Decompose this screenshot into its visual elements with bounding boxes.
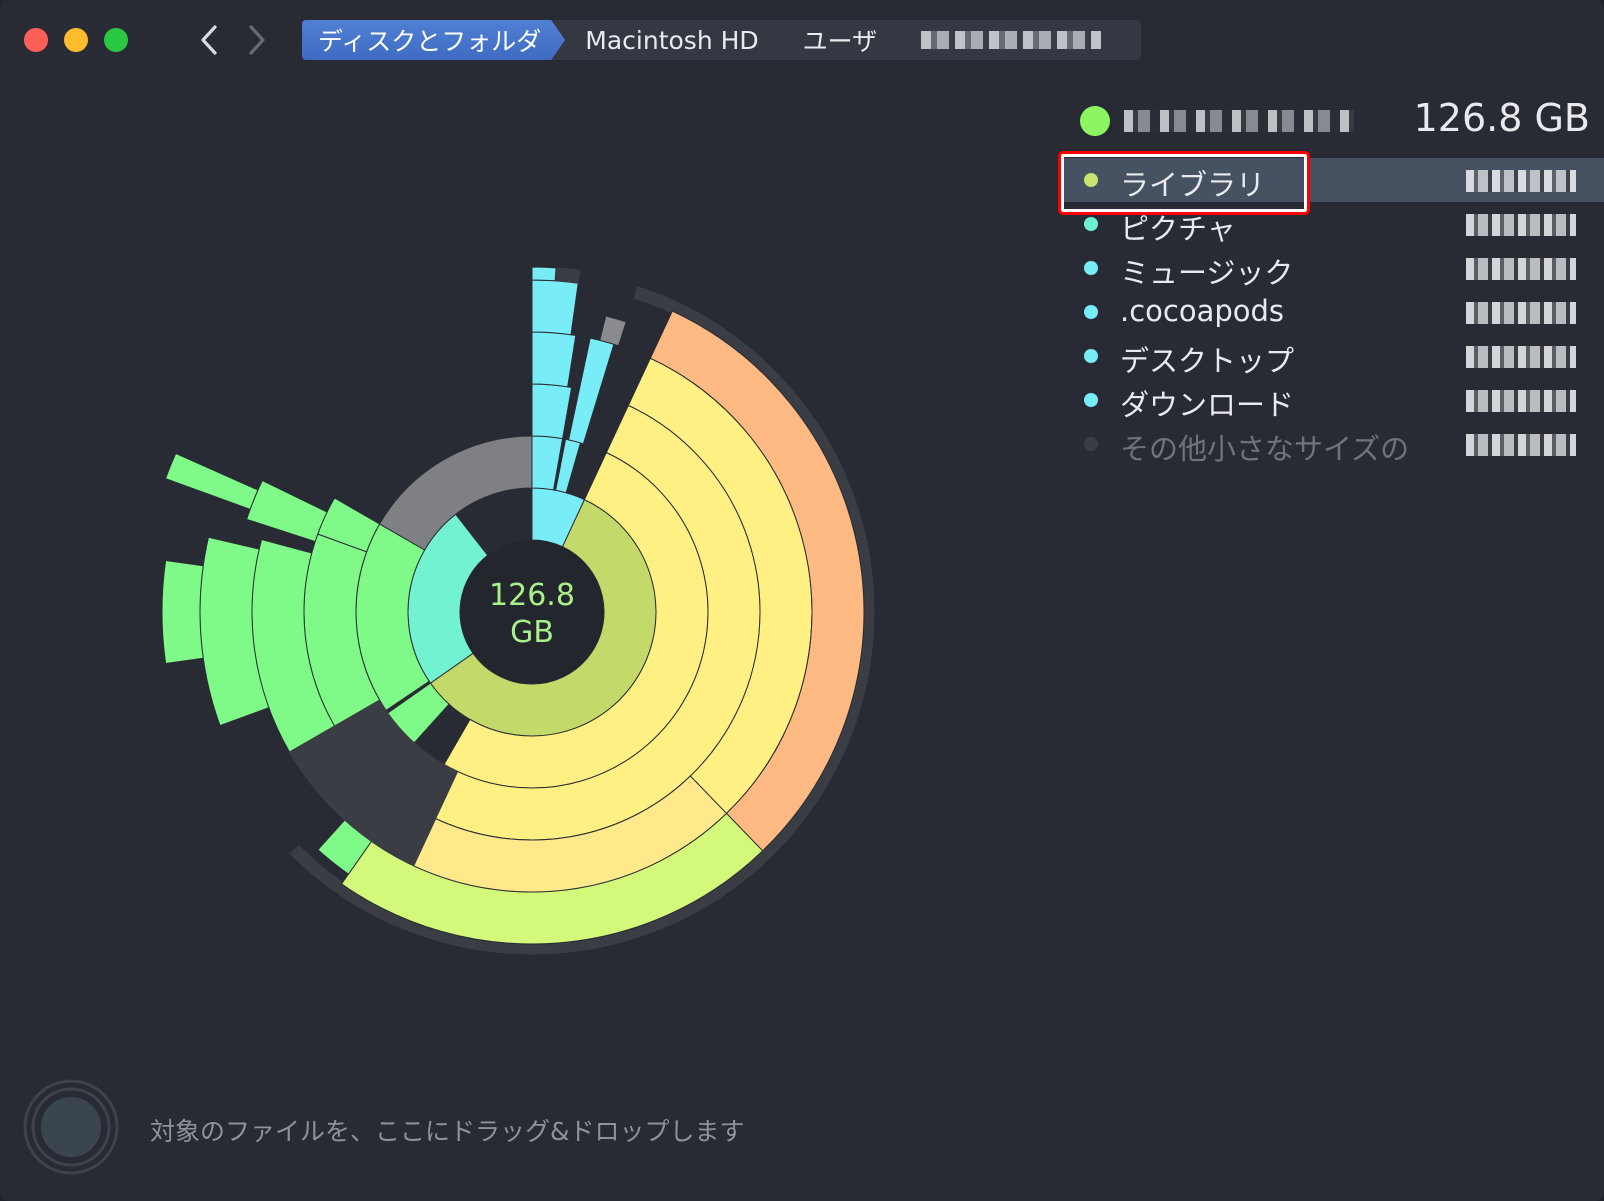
- panel-header: 126.8 GB: [1080, 94, 1590, 144]
- sunburst-segment[interactable]: [531, 279, 579, 336]
- folder-list-panel: 126.8 GB ライブラリ ピクチャ ミュージック .cocoapods デス…: [1060, 84, 1604, 484]
- color-dot: [1084, 305, 1098, 319]
- sunburst-segment[interactable]: [567, 337, 615, 445]
- drop-zone-label: 対象のファイルを、ここにドラッグ&ドロップします: [150, 1117, 745, 1146]
- item-label: .cocoapods: [1120, 294, 1285, 328]
- redacted-size: [1456, 346, 1576, 368]
- back-button[interactable]: [194, 22, 224, 58]
- sunburst-segment[interactable]: [164, 452, 259, 511]
- redacted-username: [921, 31, 1102, 49]
- folder-list: ライブラリ ピクチャ ミュージック .cocoapods デスクトップ ダウンロ…: [1060, 158, 1604, 466]
- breadcrumb-item-user-home[interactable]: [887, 20, 1142, 60]
- redacted-size: [1456, 214, 1576, 236]
- item-label: ミュージック: [1120, 256, 1294, 290]
- maximize-window-button[interactable]: [104, 28, 128, 52]
- breadcrumb-label: ユーザ: [802, 27, 878, 56]
- redacted-folder-name: [1124, 110, 1354, 132]
- list-item-library[interactable]: ライブラリ: [1060, 158, 1604, 202]
- sunburst-segment[interactable]: [599, 315, 627, 347]
- breadcrumb: ディスクとフォルダ Macintosh HD ユーザ: [302, 20, 1142, 60]
- redacted-size: [1456, 390, 1576, 412]
- list-item-desktop[interactable]: デスクトップ: [1060, 334, 1604, 378]
- color-dot: [1084, 393, 1098, 407]
- breadcrumb-item-users[interactable]: ユーザ: [769, 20, 902, 60]
- item-label: ダウンロード: [1120, 388, 1295, 422]
- color-dot: [1084, 173, 1098, 187]
- redacted-size: [1456, 302, 1576, 324]
- list-item-cocoapods[interactable]: .cocoapods: [1060, 290, 1604, 334]
- chevron-right-icon: [249, 25, 265, 55]
- center-size-value: 126.8: [489, 578, 575, 613]
- sunburst-segment[interactable]: [531, 266, 557, 282]
- redacted-size: [1456, 434, 1576, 456]
- forward-button[interactable]: [242, 22, 272, 58]
- sunburst-segment[interactable]: [246, 479, 328, 543]
- breadcrumb-item-macintosh-hd[interactable]: Macintosh HD: [551, 20, 782, 60]
- breadcrumb-item-disks-folders[interactable]: ディスクとフォルダ: [302, 20, 565, 60]
- list-item-pictures[interactable]: ピクチャ: [1060, 202, 1604, 246]
- list-item-other-small-items[interactable]: その他小さなサイズの項目: [1060, 422, 1604, 466]
- minimize-window-button[interactable]: [64, 28, 88, 52]
- color-dot: [1084, 437, 1098, 451]
- item-label: ライブラリ: [1120, 168, 1266, 202]
- item-label: デスクトップ: [1120, 344, 1295, 378]
- sunburst-segment[interactable]: [531, 331, 577, 388]
- center-size-unit: GB: [510, 615, 554, 650]
- item-label: その他小さなサイズの項目: [1120, 432, 1410, 466]
- sunburst-segment[interactable]: [161, 559, 204, 665]
- total-size: 126.8 GB: [1413, 96, 1590, 140]
- drop-target-icon[interactable]: [22, 1078, 120, 1176]
- breadcrumb-label: ディスクとフォルダ: [318, 27, 542, 56]
- redacted-size: [1456, 170, 1576, 192]
- item-label: ピクチャ: [1120, 212, 1236, 246]
- drop-zone[interactable]: 対象のファイルを、ここにドラッグ&ドロップします: [22, 1078, 822, 1178]
- breadcrumb-label: Macintosh HD: [585, 25, 759, 55]
- list-item-downloads[interactable]: ダウンロード: [1060, 378, 1604, 422]
- toolbar: ディスクとフォルダ Macintosh HD ユーザ: [0, 0, 1604, 80]
- color-dot: [1084, 217, 1098, 231]
- folder-color-dot: [1080, 106, 1110, 136]
- chevron-left-icon: [201, 25, 217, 55]
- app-window: ディスクとフォルダ Macintosh HD ユーザ 126.8 GB 126.…: [0, 0, 1604, 1201]
- redacted-size: [1456, 258, 1576, 280]
- close-window-button[interactable]: [24, 28, 48, 52]
- color-dot: [1084, 349, 1098, 363]
- color-dot: [1084, 261, 1098, 275]
- disk-usage-sunburst[interactable]: 126.8 GB: [0, 80, 1060, 1080]
- sunburst-segment[interactable]: [531, 383, 573, 440]
- list-item-music[interactable]: ミュージック: [1060, 246, 1604, 290]
